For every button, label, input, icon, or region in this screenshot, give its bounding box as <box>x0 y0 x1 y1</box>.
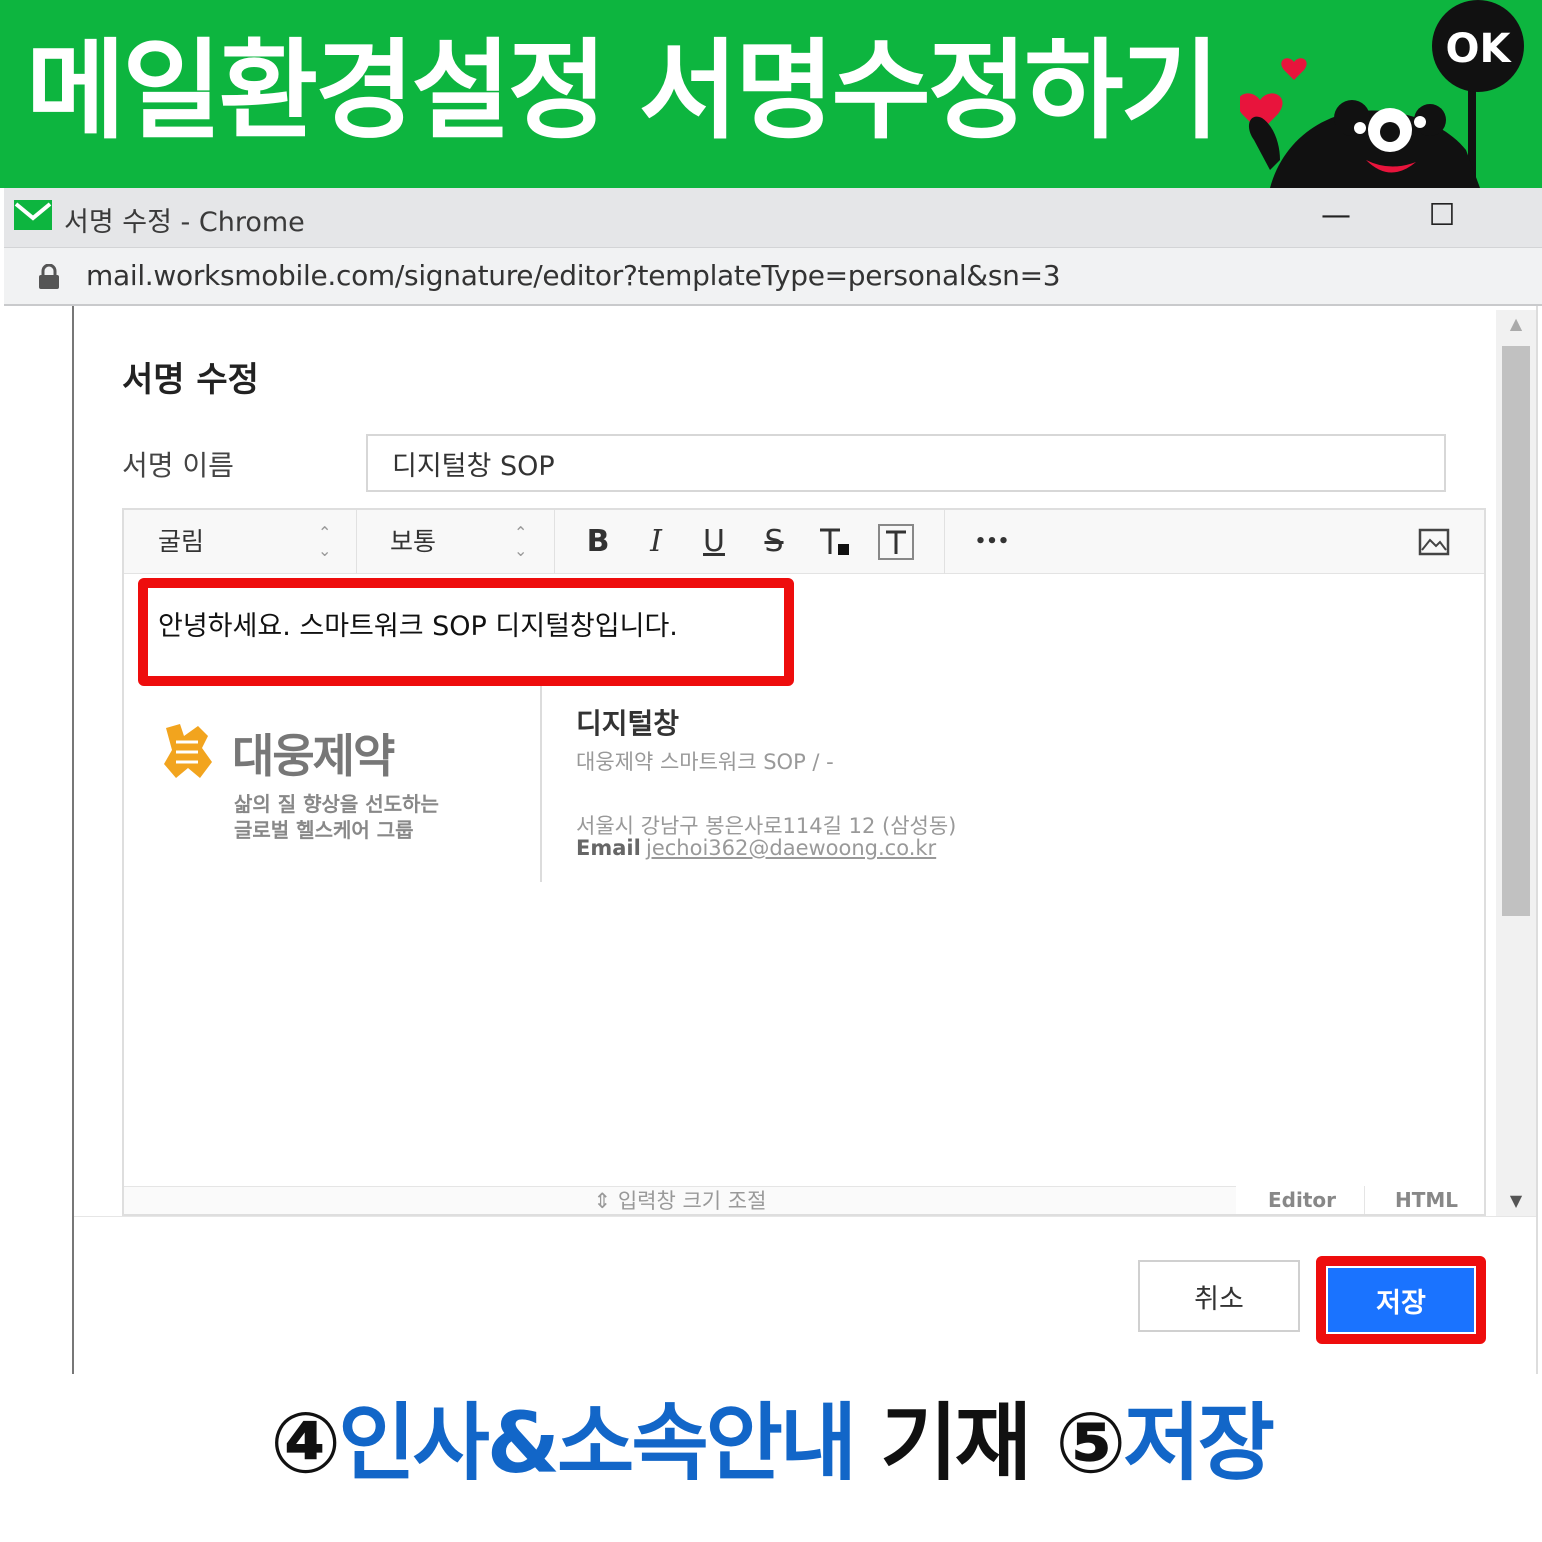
resize-arrows-icon: ⇕ <box>593 1189 612 1213</box>
signature-name-label: 서명 이름 <box>122 449 234 482</box>
signature-department: 대웅제약 스마트워크 SOP / - <box>576 750 834 774</box>
window-title: 서명 수정 - Chrome <box>64 207 305 238</box>
text-background-icon[interactable] <box>876 522 916 562</box>
scroll-up-icon[interactable]: ▲ <box>1496 314 1536 333</box>
mail-app-icon <box>14 200 52 230</box>
size-select-value: 보통 <box>390 527 437 556</box>
save-button[interactable]: 저장 <box>1328 1268 1474 1332</box>
bold-button[interactable]: B <box>578 522 618 562</box>
text-color-icon[interactable] <box>814 522 854 562</box>
editor-content[interactable]: 안녕하세요. 스마트워크 SOP 디지털창입니다. 대웅제약 삶의 질 향상을 … <box>124 574 1484 1186</box>
editor-toolbar: 굴림 ⌃ ⌄ 보통 ⌃ ⌄ B I U S ••• <box>124 510 1484 574</box>
company-logo-text: 대웅제약 <box>232 729 395 783</box>
updown-arrows-icon: ⌃ ⌄ <box>318 523 332 560</box>
size-select[interactable]: 보통 ⌃ ⌄ <box>390 510 540 574</box>
url-text: mail.worksmobile.com/signature/editor?te… <box>86 259 1061 292</box>
step5-number: ⑤ <box>1055 1394 1126 1492</box>
address-bar[interactable]: mail.worksmobile.com/signature/editor?te… <box>4 248 1542 306</box>
signature-email-link[interactable]: jechoi362@daewoong.co.kr <box>646 836 936 860</box>
underline-button[interactable]: U <box>694 522 734 562</box>
logo-slogan-line2: 글로벌 헬스케어 그룹 <box>234 818 414 842</box>
dialog-title: 서명 수정 <box>122 360 259 400</box>
signature-divider <box>540 686 542 882</box>
tab-editor[interactable]: Editor <box>1240 1186 1364 1214</box>
company-logo-icon <box>164 724 212 778</box>
minimize-button[interactable]: — <box>1316 196 1356 236</box>
toolbar-divider <box>944 510 945 574</box>
svg-text:OK: OK <box>1446 26 1513 72</box>
strikethrough-button[interactable]: S <box>754 522 794 562</box>
save-highlight-box: 저장 <box>1316 1256 1486 1344</box>
lock-icon <box>39 264 59 289</box>
instruction-caption: ④인사&소속안내 기재 ⑤저장 <box>0 1388 1542 1498</box>
signature-editor: 굴림 ⌃ ⌄ 보통 ⌃ ⌄ B I U S ••• 안녕하세요. 스마트워크 SOP… <box>122 508 1486 1216</box>
signature-name-input[interactable] <box>366 434 1446 492</box>
updown-arrows-icon: ⌃ ⌄ <box>514 523 528 560</box>
signature-person-name: 디지털창 <box>576 707 680 740</box>
page-scrollbar[interactable]: ▲ ▼ <box>1496 310 1536 1216</box>
banner: 메일환경설정 서명수정하기 OK <box>0 0 1542 188</box>
highlight-box <box>138 578 794 686</box>
toolbar-divider <box>356 510 357 574</box>
step4-number: ④ <box>270 1394 341 1492</box>
scroll-thumb[interactable] <box>1502 346 1530 916</box>
resize-handle[interactable]: ⇕ 입력창 크기 조절 <box>124 1186 1236 1214</box>
image-insert-icon[interactable] <box>1414 522 1454 562</box>
caption-middle: 기재 <box>854 1394 1056 1492</box>
font-select[interactable]: 굴림 ⌃ ⌄ <box>158 510 338 574</box>
tab-html[interactable]: HTML <box>1364 1186 1488 1214</box>
scroll-down-icon[interactable]: ▼ <box>1496 1191 1536 1210</box>
font-select-value: 굴림 <box>158 527 205 556</box>
italic-button[interactable]: I <box>636 522 676 562</box>
bear-mascot-icon: OK <box>1240 0 1524 188</box>
toolbar-divider <box>554 510 555 574</box>
cancel-button[interactable]: 취소 <box>1138 1260 1300 1332</box>
step5-text: 저장 <box>1123 1394 1275 1492</box>
banner-title: 메일환경설정 서명수정하기 <box>26 29 1220 154</box>
window-titlebar: 서명 수정 - Chrome — ☐ <box>4 188 1542 248</box>
logo-slogan-line1: 삶의 질 향상을 선도하는 <box>234 792 439 816</box>
maximize-button[interactable]: ☐ <box>1422 196 1462 236</box>
step4-text: 인사&소속안내 <box>338 1394 857 1492</box>
resize-label: 입력창 크기 조절 <box>617 1189 767 1213</box>
more-options-button[interactable]: ••• <box>972 522 1012 562</box>
signature-email-label: Email <box>576 836 641 860</box>
footer-divider <box>74 1216 1536 1217</box>
